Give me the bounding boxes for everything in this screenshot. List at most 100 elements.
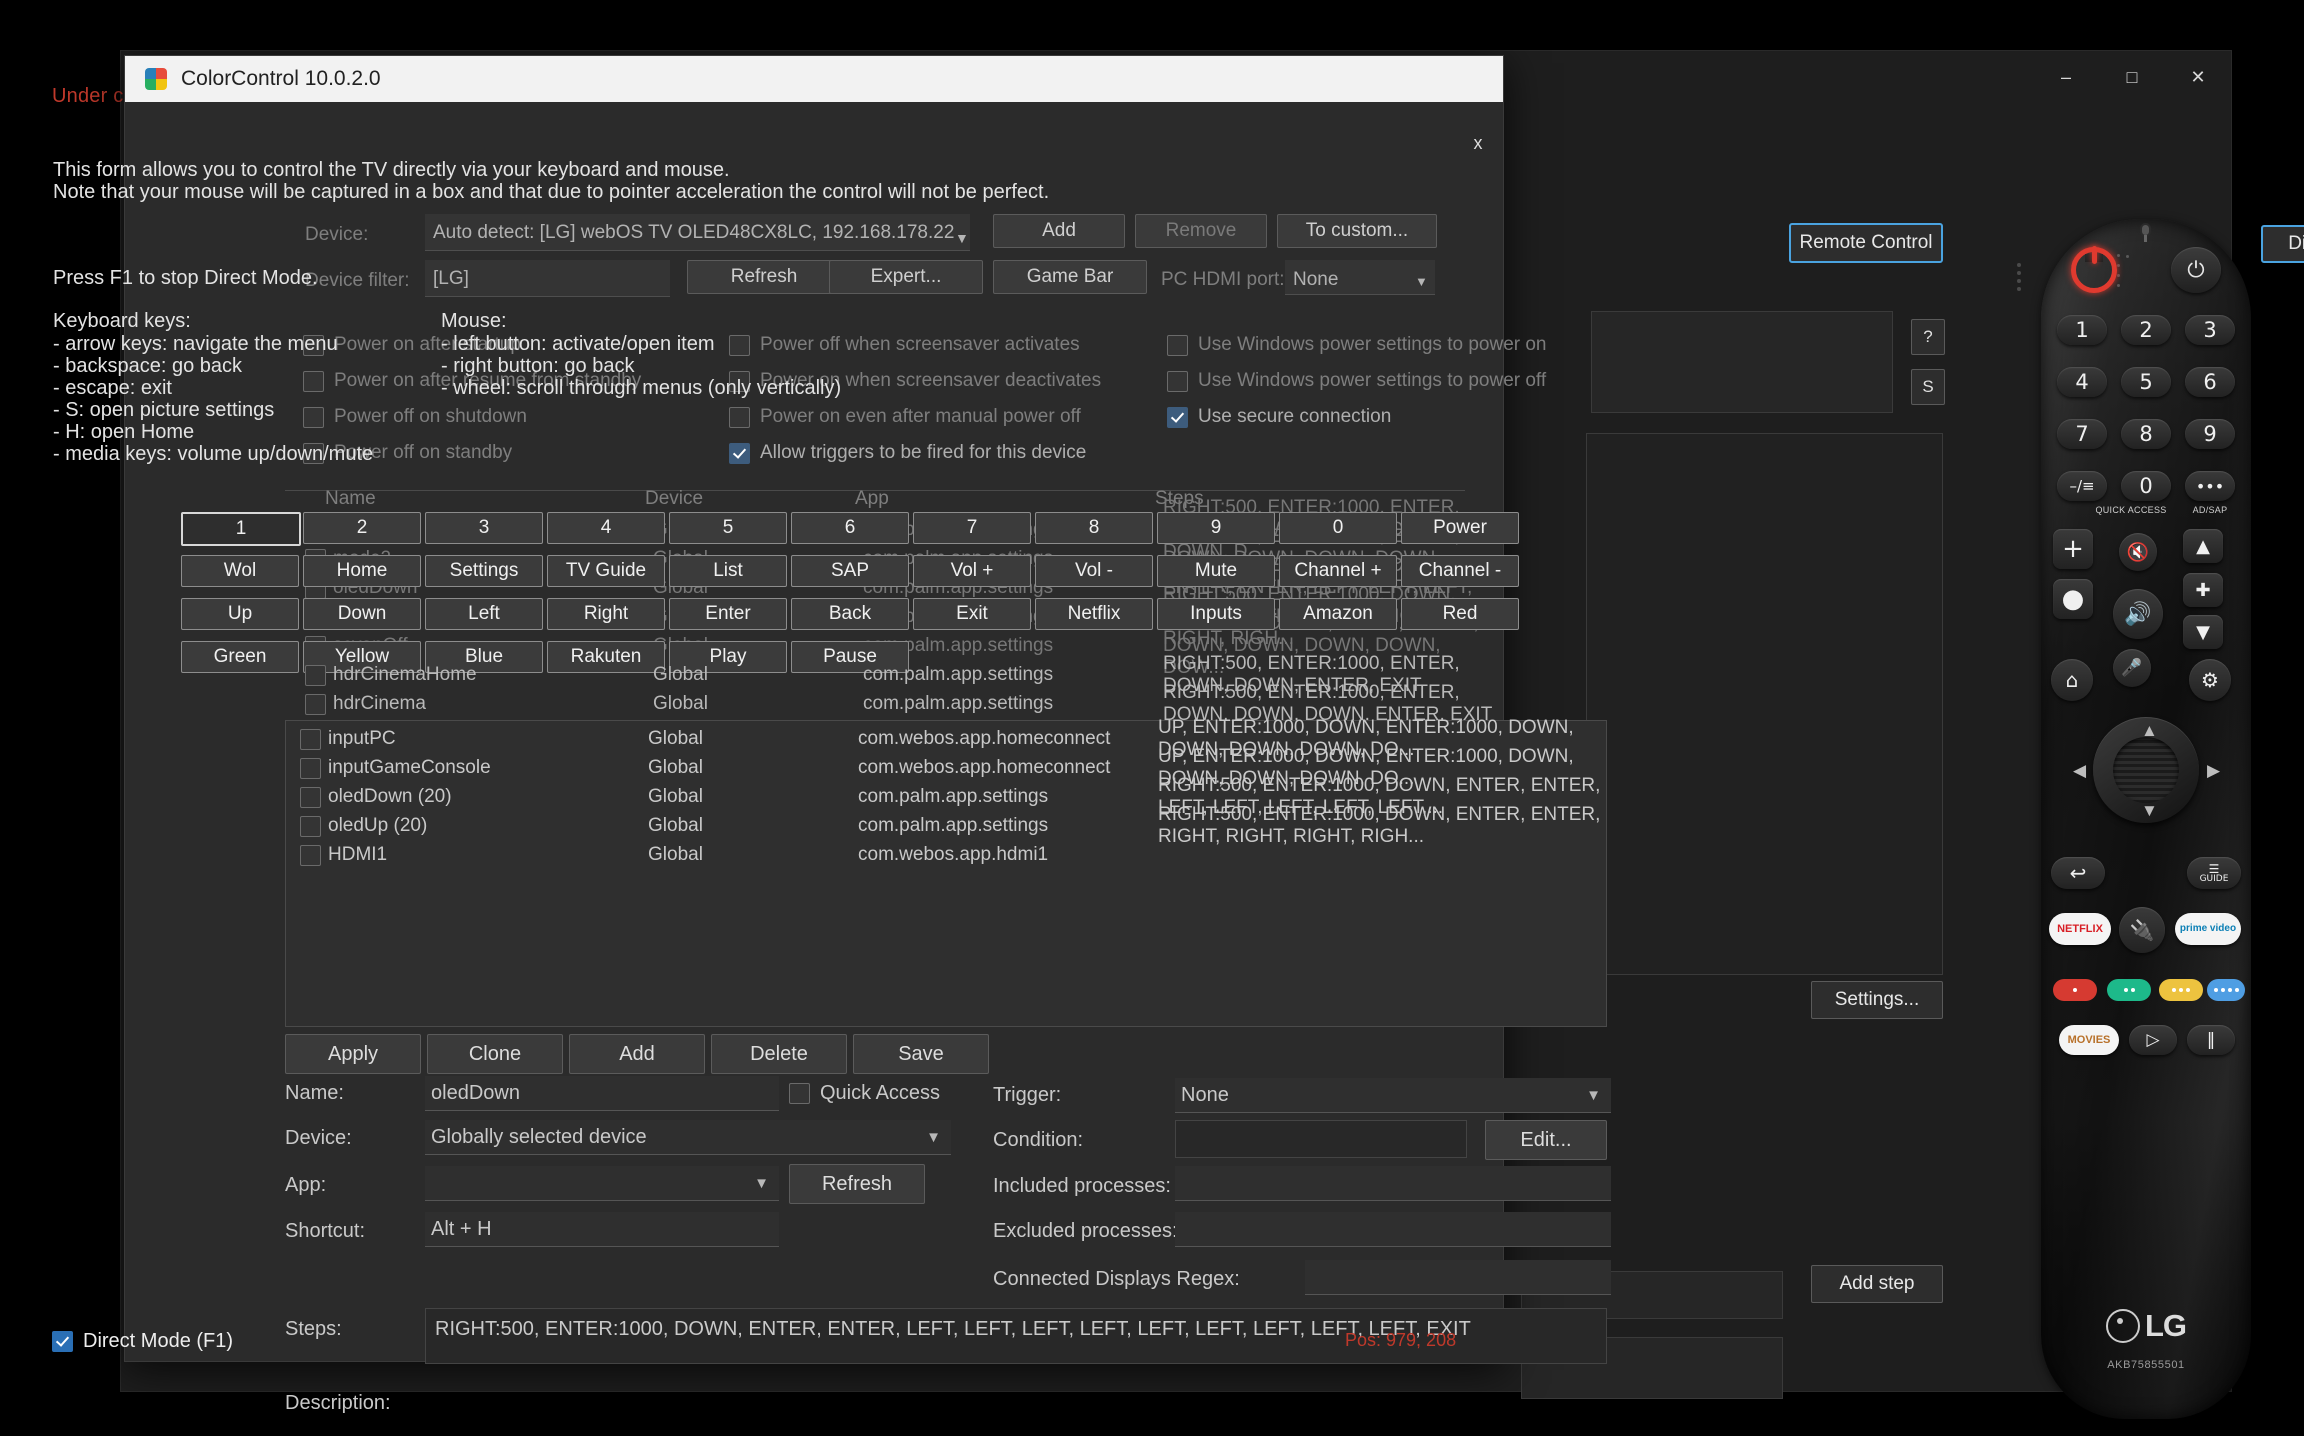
remote-control-button[interactable]: Remote Control (1789, 223, 1943, 263)
grid-button-amazon[interactable]: Amazon (1279, 598, 1397, 630)
ghost-refresh-button[interactable]: Refresh (687, 260, 841, 294)
row-checkbox[interactable] (305, 693, 326, 715)
remote-key-1[interactable]: 1 (2057, 315, 2107, 345)
grid-button-0[interactable]: 0 (1279, 512, 1397, 544)
ghost-hdmi-chevron-down-icon[interactable]: ▼ (1415, 274, 1428, 289)
grid-button-netflix[interactable]: Netflix (1035, 598, 1153, 630)
checkbox-use-windows-power-off[interactable] (1167, 370, 1188, 392)
grid-button-left[interactable]: Left (425, 598, 543, 630)
grid-button-2[interactable]: 2 (303, 512, 421, 544)
remote-key-0[interactable]: 0 (2121, 471, 2171, 501)
ghost-allow-triggers[interactable]: Allow triggers to be fired for this devi… (729, 442, 1086, 464)
row-checkbox[interactable] (305, 664, 326, 686)
checkbox-power-on-even-after-manual[interactable] (729, 406, 750, 428)
ghost-power-on-even-after-manual[interactable]: Power on even after manual power off (729, 406, 1081, 428)
grid-button-red[interactable]: Red (1401, 598, 1519, 630)
grid-button-1[interactable]: 1 (181, 512, 301, 546)
mute-icon[interactable]: 🔇 (2119, 533, 2157, 571)
grid-button-settings[interactable]: Settings (425, 555, 543, 587)
condition-input[interactable] (1175, 1120, 1467, 1158)
grid-button-power[interactable]: Power (1401, 512, 1519, 544)
color-key-blue[interactable] (2207, 979, 2245, 1001)
back-icon[interactable]: ↩ (2051, 857, 2105, 889)
checkbox-quick-access[interactable] (789, 1083, 810, 1104)
trigger-select[interactable]: None ▼ (1175, 1078, 1611, 1113)
help-button[interactable]: ? (1911, 319, 1945, 355)
row-checkbox[interactable] (300, 757, 321, 779)
apply-button[interactable]: Apply (285, 1034, 421, 1074)
grid-button-8[interactable]: 8 (1035, 512, 1153, 544)
grid-button-channel-down[interactable]: Channel - (1401, 555, 1519, 587)
chevron-down-icon[interactable]: ▼ (1586, 1087, 1601, 1104)
grid-button-4[interactable]: 4 (547, 512, 665, 544)
minimize-button[interactable]: – (2033, 51, 2099, 103)
s-button[interactable]: S (1911, 369, 1945, 405)
grid-button-7[interactable]: 7 (913, 512, 1031, 544)
checkbox-use-windows-power-on[interactable] (1167, 334, 1188, 356)
dpad-left-icon[interactable]: ◀ (2073, 761, 2086, 781)
quick-access-row[interactable]: Quick Access (789, 1082, 940, 1105)
remote-key-dash-list[interactable]: –/≡ (2057, 471, 2107, 501)
guide-icon[interactable]: ☰ GUIDE (2187, 857, 2241, 889)
color-key-yellow[interactable] (2159, 979, 2203, 1001)
ghost-use-secure-connection[interactable]: Use secure connection (1167, 406, 1391, 428)
dpad-wheel[interactable]: ▲ ▼ (2093, 717, 2199, 823)
checkbox-power-off-screensaver-activates[interactable] (729, 334, 750, 356)
remote-key-5[interactable]: 5 (2121, 367, 2171, 397)
chevron-down-icon[interactable]: ▼ (926, 1129, 941, 1146)
ghost-to-custom-button[interactable]: To custom... (1277, 214, 1437, 248)
checkbox-allow-triggers[interactable] (729, 442, 750, 464)
table-row[interactable]: oledUp (20) Global com.palm.app.settings… (286, 804, 1606, 847)
ghost-add-device-button[interactable]: Add (993, 214, 1125, 248)
grid-button-inputs[interactable]: Inputs (1157, 598, 1275, 630)
home-icon[interactable]: ⌂ (2051, 659, 2093, 701)
settings-gear-icon[interactable]: ⚙ (2189, 659, 2231, 701)
add-step-button[interactable]: Add step (1811, 1265, 1943, 1303)
grid-button-5[interactable]: 5 (669, 512, 787, 544)
grid-button-vol-down[interactable]: Vol - (1035, 555, 1153, 587)
channel-down-icon[interactable]: ▼ (2183, 615, 2223, 649)
netflix-key[interactable]: NETFLIX (2049, 913, 2111, 945)
checkbox-power-on-after-resume[interactable] (303, 370, 324, 392)
remote-key-4[interactable]: 4 (2057, 367, 2107, 397)
stb-power-button[interactable]: ⏻ (2171, 247, 2221, 293)
ghost-use-windows-power-on[interactable]: Use Windows power settings to power on (1167, 334, 1547, 356)
channel-up-icon[interactable]: ▲ (2183, 529, 2223, 563)
dpad-down-icon[interactable]: ▼ (2141, 801, 2158, 821)
chevron-down-icon[interactable]: ▼ (754, 1175, 769, 1192)
grid-button-down[interactable]: Down (303, 598, 421, 630)
grid-button-3[interactable]: 3 (425, 512, 543, 544)
remote-key-9[interactable]: 9 (2185, 419, 2235, 449)
device-select[interactable]: Globally selected device ▼ (425, 1120, 951, 1155)
input-source-icon[interactable]: 🔌 (2119, 907, 2165, 953)
connected-displays-input[interactable] (1305, 1260, 1611, 1295)
shortcut-list-panel[interactable]: inputPC Global com.webos.app.homeconnect… (285, 717, 1607, 1027)
voice-mic-icon[interactable]: 🎤 (2113, 649, 2151, 687)
maximize-button[interactable]: □ (2099, 51, 2165, 103)
grid-button-list[interactable]: List (669, 555, 787, 587)
included-processes-input[interactable] (1175, 1166, 1611, 1201)
row-checkbox[interactable] (300, 844, 321, 866)
add-button[interactable]: Add (569, 1034, 705, 1074)
grid-button-exit[interactable]: Exit (913, 598, 1031, 630)
app-refresh-button[interactable]: Refresh (789, 1164, 925, 1204)
name-input[interactable]: oledDown (425, 1076, 779, 1111)
remote-key-3[interactable]: 3 (2185, 315, 2235, 345)
condition-edit-button[interactable]: Edit... (1485, 1120, 1607, 1160)
grid-button-vol-up[interactable]: Vol + (913, 555, 1031, 587)
pause-key[interactable]: ‖ (2187, 1025, 2235, 1055)
settings-button[interactable]: Settings... (1811, 981, 1943, 1019)
power-button-icon[interactable] (2071, 246, 2117, 293)
clone-button[interactable]: Clone (427, 1034, 563, 1074)
checkbox-direct-mode[interactable] (52, 1331, 73, 1352)
app-select[interactable]: ▼ (425, 1166, 779, 1201)
volume-down-icon[interactable]: ● (2053, 579, 2093, 619)
shortcut-input[interactable]: Alt + H (425, 1212, 779, 1247)
direct-button[interactable]: Direct (2261, 225, 2304, 263)
remote-key-ad-sap[interactable]: ••• (2185, 471, 2235, 501)
dpad-right-icon[interactable]: ▶ (2207, 761, 2220, 781)
grid-button-9[interactable]: 9 (1157, 512, 1275, 544)
grid-button-wol[interactable]: Wol (181, 555, 299, 587)
prime-video-key[interactable]: prime video (2175, 913, 2241, 945)
play-key[interactable]: ▷ (2129, 1025, 2177, 1055)
